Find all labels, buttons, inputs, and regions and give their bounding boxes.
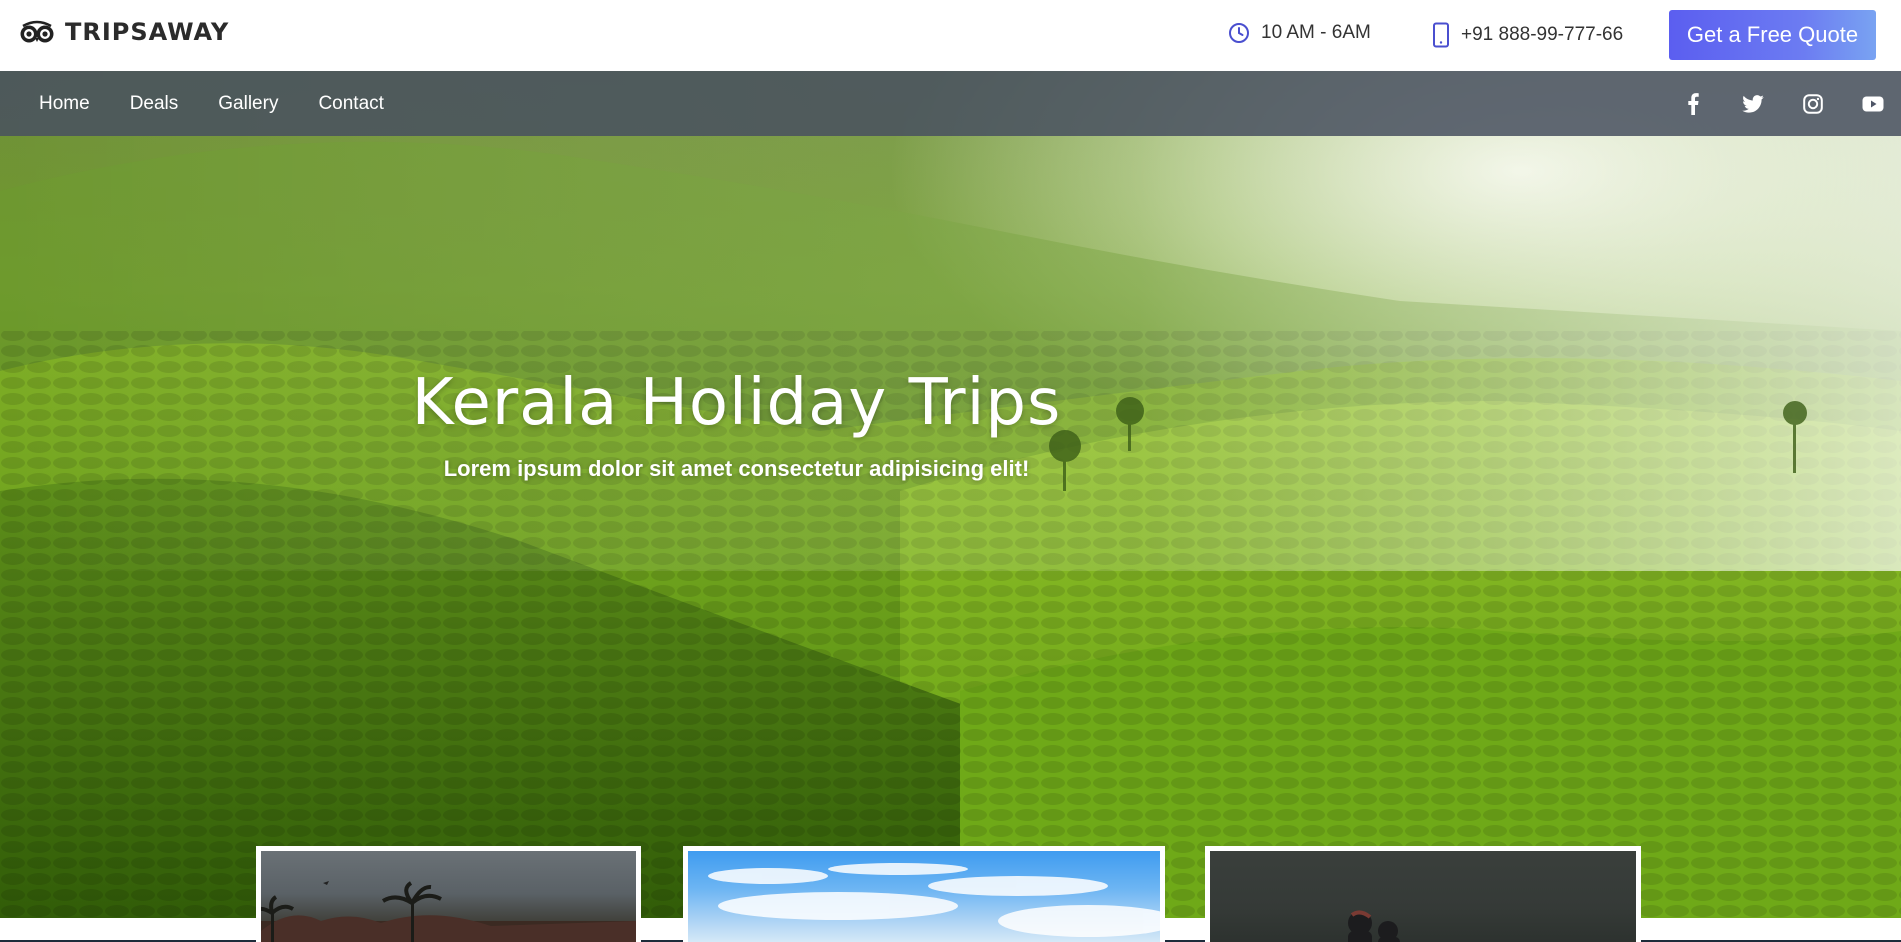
- hours-text: 10 AM - 6AM: [1261, 22, 1371, 43]
- clock-icon: [1229, 23, 1249, 43]
- hero-title: Kerala Holiday Trips: [411, 366, 1062, 440]
- phone-contact[interactable]: +91 888-99-777-66: [1432, 22, 1623, 48]
- hero-section: Home Deals Gallery Contact Kerala Holida…: [0, 71, 1901, 942]
- smartphone-icon: [1433, 22, 1449, 48]
- destination-card[interactable]: [683, 846, 1165, 942]
- main-navigation: Home Deals Gallery Contact: [0, 71, 1901, 136]
- facebook-icon[interactable]: [1682, 92, 1704, 115]
- card-image-palm-trees: [261, 851, 636, 942]
- destination-card[interactable]: [256, 846, 641, 942]
- card-image-forest-people: [1210, 851, 1636, 942]
- destination-card[interactable]: [1205, 846, 1641, 942]
- opening-hours: 10 AM - 6AM: [1228, 22, 1371, 44]
- nav-item-gallery[interactable]: Gallery: [218, 93, 278, 115]
- brand-logo[interactable]: TRIPSAWAY: [19, 18, 229, 46]
- hero-background-image: [0, 71, 1901, 942]
- binoculars-owl-icon: [20, 20, 54, 43]
- nav-item-home[interactable]: Home: [39, 93, 90, 115]
- nav-item-contact[interactable]: Contact: [318, 93, 383, 115]
- card-image-blue-sky: [688, 851, 1160, 942]
- youtube-icon[interactable]: [1862, 93, 1884, 115]
- top-bar: TRIPSAWAY 10 AM - 6AM +91 888-99-777-66 …: [0, 0, 1901, 71]
- nav-item-deals[interactable]: Deals: [130, 93, 179, 115]
- instagram-icon[interactable]: [1802, 93, 1824, 115]
- phone-number: +91 888-99-777-66: [1461, 24, 1624, 45]
- hero-subtitle: Lorem ipsum dolor sit amet consectetur a…: [443, 456, 1030, 481]
- nav-links: Home Deals Gallery Contact: [39, 71, 384, 136]
- twitter-icon[interactable]: [1742, 93, 1764, 115]
- brand-name: TRIPSAWAY: [65, 18, 230, 46]
- social-links: [1682, 71, 1884, 136]
- get-free-quote-button[interactable]: Get a Free Quote: [1669, 10, 1876, 60]
